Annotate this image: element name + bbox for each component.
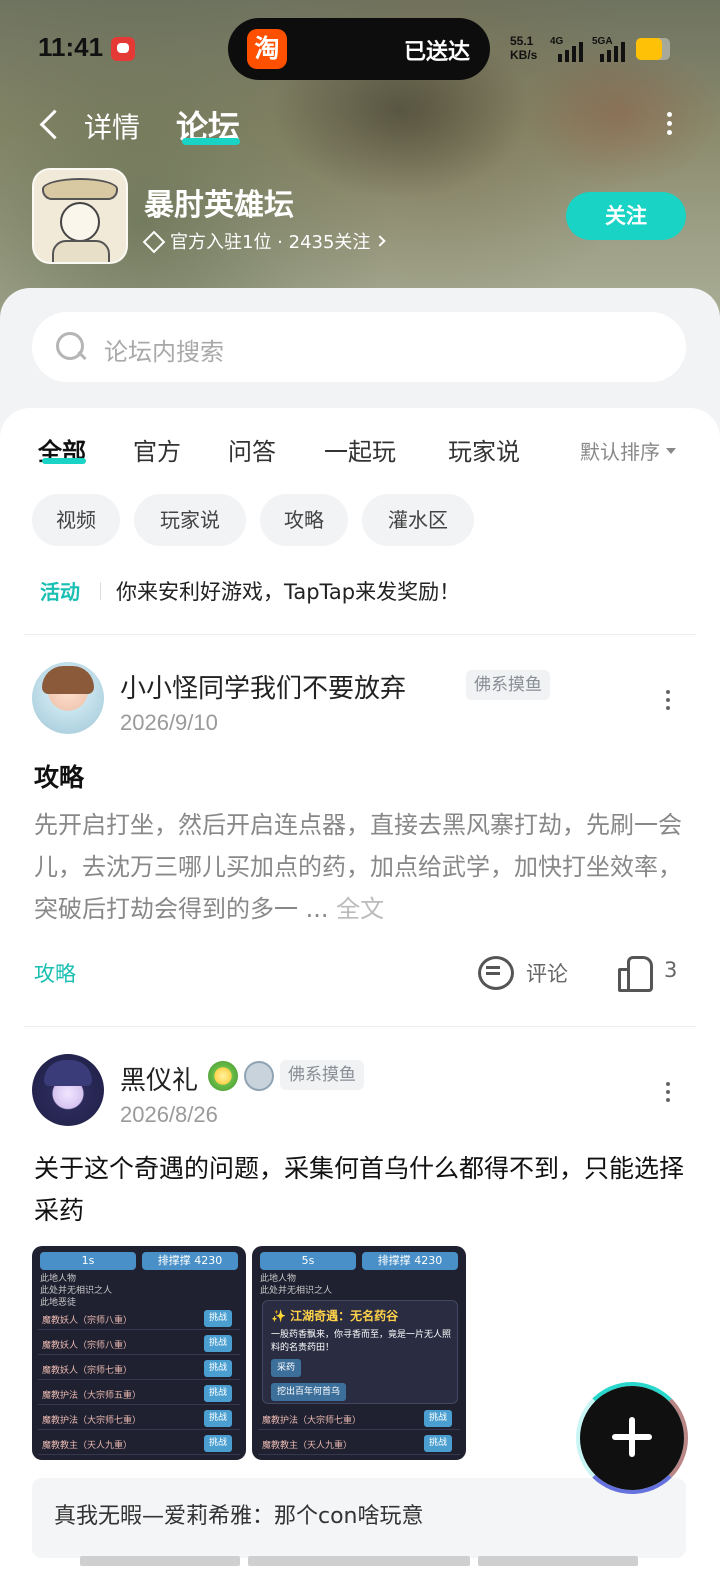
image-row: 魔教妖人（宗师八重） 挑战	[38, 1308, 240, 1330]
tab-player-talk[interactable]: 玩家说	[448, 432, 520, 467]
user-level-icon	[244, 1061, 274, 1091]
active-tab-indicator	[182, 138, 240, 145]
game-logo[interactable]	[32, 168, 128, 264]
image-score: 排撑撑 4230	[362, 1252, 458, 1270]
avatar[interactable]	[32, 1054, 104, 1126]
image-line: 此处并无相识之人	[40, 1286, 113, 1296]
network-speed-value: 55.1	[510, 34, 534, 48]
activity-banner-link[interactable]: 你来安利好游戏，TapTap来发奖励！	[116, 576, 460, 606]
image-row: 魔教妖人（宗师八重） 挑战	[38, 1333, 240, 1355]
post-date: 2026/8/26	[120, 1102, 218, 1127]
read-more-link[interactable]: 全文	[336, 895, 384, 923]
image-timer: 1s	[40, 1252, 136, 1270]
image-line: 此地人物	[40, 1274, 77, 1284]
search-placeholder: 论坛内搜索	[104, 338, 224, 366]
post-username[interactable]: 黑仪礼	[120, 1060, 198, 1097]
clock: 11:41	[38, 32, 104, 62]
post-image[interactable]: 1s 排撑撑 4230 此地人物 此处并无相识之人 此地恶徒 魔教妖人（宗师八重…	[32, 1246, 246, 1460]
more-vertical-icon[interactable]	[662, 1080, 674, 1104]
sort-label: 默认排序	[580, 440, 660, 464]
image-row: 魔教教主（天人九重） 挑战	[258, 1433, 460, 1455]
encounter-dialog: ✨ 江湖奇遇：无名药谷 一股药香飘来，你寻香而至，竟是一片无人照料的名贵药田！ …	[262, 1300, 458, 1404]
dialog-title: ✨ 江湖奇遇：无名药谷	[271, 1309, 399, 1323]
tab-play-together[interactable]: 一起玩	[324, 432, 396, 467]
post-image[interactable]: 5s 排撑撑 4230 此地人物 此处并无相识之人 ✨ 江湖奇遇：无名药谷 一股…	[252, 1246, 466, 1460]
network-speed: 55.1 KB/s	[510, 34, 544, 62]
comment-icon[interactable]	[476, 954, 514, 990]
more-vertical-icon[interactable]	[662, 688, 674, 712]
divider	[24, 634, 696, 635]
image-row: 魔教护法（大宗师七重） 挑战	[38, 1408, 240, 1430]
avatar[interactable]	[32, 662, 104, 734]
tab-qa[interactable]: 问答	[228, 432, 276, 467]
battery-icon	[636, 38, 670, 60]
tab-detail[interactable]: 详情	[84, 106, 140, 146]
island-status-text: 已送达	[403, 40, 470, 65]
image-line: 此地人物	[260, 1274, 297, 1284]
image-row: 魔教护法（大宗师五重） 挑战	[38, 1383, 240, 1405]
chevron-right-icon	[374, 235, 387, 247]
post-tag[interactable]: 攻略	[34, 958, 76, 988]
tab-official[interactable]: 官方	[133, 432, 181, 467]
network-speed-unit: KB/s	[510, 48, 538, 62]
status-bar: 11:41 淘 已送达 55.1 KB/s 4G 5GA	[0, 0, 720, 96]
game-title: 暴肘英雄坛	[144, 188, 294, 223]
notification-app-icon	[111, 37, 135, 61]
chip-video[interactable]: 视频	[32, 494, 120, 546]
post-date: 2026/9/10	[120, 710, 218, 735]
game-meta[interactable]: 官方入驻1位 · 2435关注	[144, 228, 387, 254]
caret-down-icon	[666, 447, 676, 454]
user-badge: 佛系摸鱼	[466, 670, 550, 700]
image-row: 魔教妖人（宗师七重） 挑战	[38, 1358, 240, 1380]
diamond-icon	[144, 233, 162, 249]
sim2-label: 5GA	[592, 36, 613, 47]
search-icon	[54, 330, 88, 364]
chip-chat[interactable]: 灌水区	[362, 494, 474, 546]
signal-icon-sim2: 5GA	[592, 36, 632, 62]
create-post-button[interactable]	[580, 1386, 684, 1490]
chip-guide[interactable]: 攻略	[260, 494, 348, 546]
comment-label[interactable]: 评论	[526, 958, 568, 988]
activity-label: 活动	[40, 580, 80, 604]
user-decoration-icon	[208, 1061, 238, 1091]
comment-preview-text: 真我无暇—爱莉希雅：那个con啥玩意	[54, 1504, 424, 1529]
dialog-text: 一股药香飘来，你寻香而至，竟是一片无人照料的名贵药田！	[271, 1330, 452, 1353]
thumbs-up-icon[interactable]	[616, 954, 653, 992]
chip-player-talk[interactable]: 玩家说	[134, 494, 246, 546]
dynamic-island[interactable]: 淘 已送达	[228, 18, 490, 80]
comment-preview[interactable]: 真我无暇—爱莉希雅：那个con啥玩意	[32, 1478, 686, 1558]
image-line: 此处并无相识之人	[260, 1286, 333, 1296]
search-input[interactable]: 论坛内搜索	[32, 312, 686, 382]
sim1-label: 4G	[550, 36, 564, 47]
dialog-option: 挖出百年何首乌	[271, 1383, 347, 1401]
like-count: 3	[664, 958, 678, 982]
bottom-tab-placeholders	[80, 1556, 640, 1566]
follow-button[interactable]: 关注	[566, 192, 686, 240]
image-line: 此地恶徒	[40, 1298, 77, 1308]
divider	[24, 1026, 696, 1027]
image-score: 排撑撑 4230	[142, 1252, 238, 1270]
image-row: 魔教教主（天人九重） 挑战	[38, 1433, 240, 1455]
activity-separator	[100, 582, 101, 600]
chevron-left-icon[interactable]	[36, 106, 66, 146]
post-title[interactable]: 攻略	[34, 758, 84, 794]
game-meta-text: 官方入驻1位 · 2435关注	[170, 232, 371, 253]
signal-icon-sim1: 4G	[550, 36, 590, 62]
sort-dropdown[interactable]: 默认排序	[580, 436, 676, 465]
post-username[interactable]: 小小怪同学我们不要放弃	[120, 668, 406, 705]
post-excerpt[interactable]: 先开启打坐，然后开启连点器，直接去黑风寨打劫，先刷一会儿，去沈万三哪儿买加点的药…	[34, 804, 694, 930]
ellipsis: ...	[305, 895, 329, 923]
user-badge: 佛系摸鱼	[280, 1060, 364, 1090]
image-row: 魔教护法（大宗师七重） 挑战	[258, 1408, 460, 1430]
taobao-icon: 淘	[247, 29, 287, 69]
more-vertical-icon[interactable]	[664, 110, 676, 138]
image-timer: 5s	[260, 1252, 356, 1270]
post-body-text[interactable]: 关于这个奇遇的问题，采集何首乌什么都得不到，只能选择采药	[34, 1148, 684, 1232]
dialog-option: 采药	[271, 1359, 302, 1377]
category-tab-indicator	[42, 458, 86, 464]
